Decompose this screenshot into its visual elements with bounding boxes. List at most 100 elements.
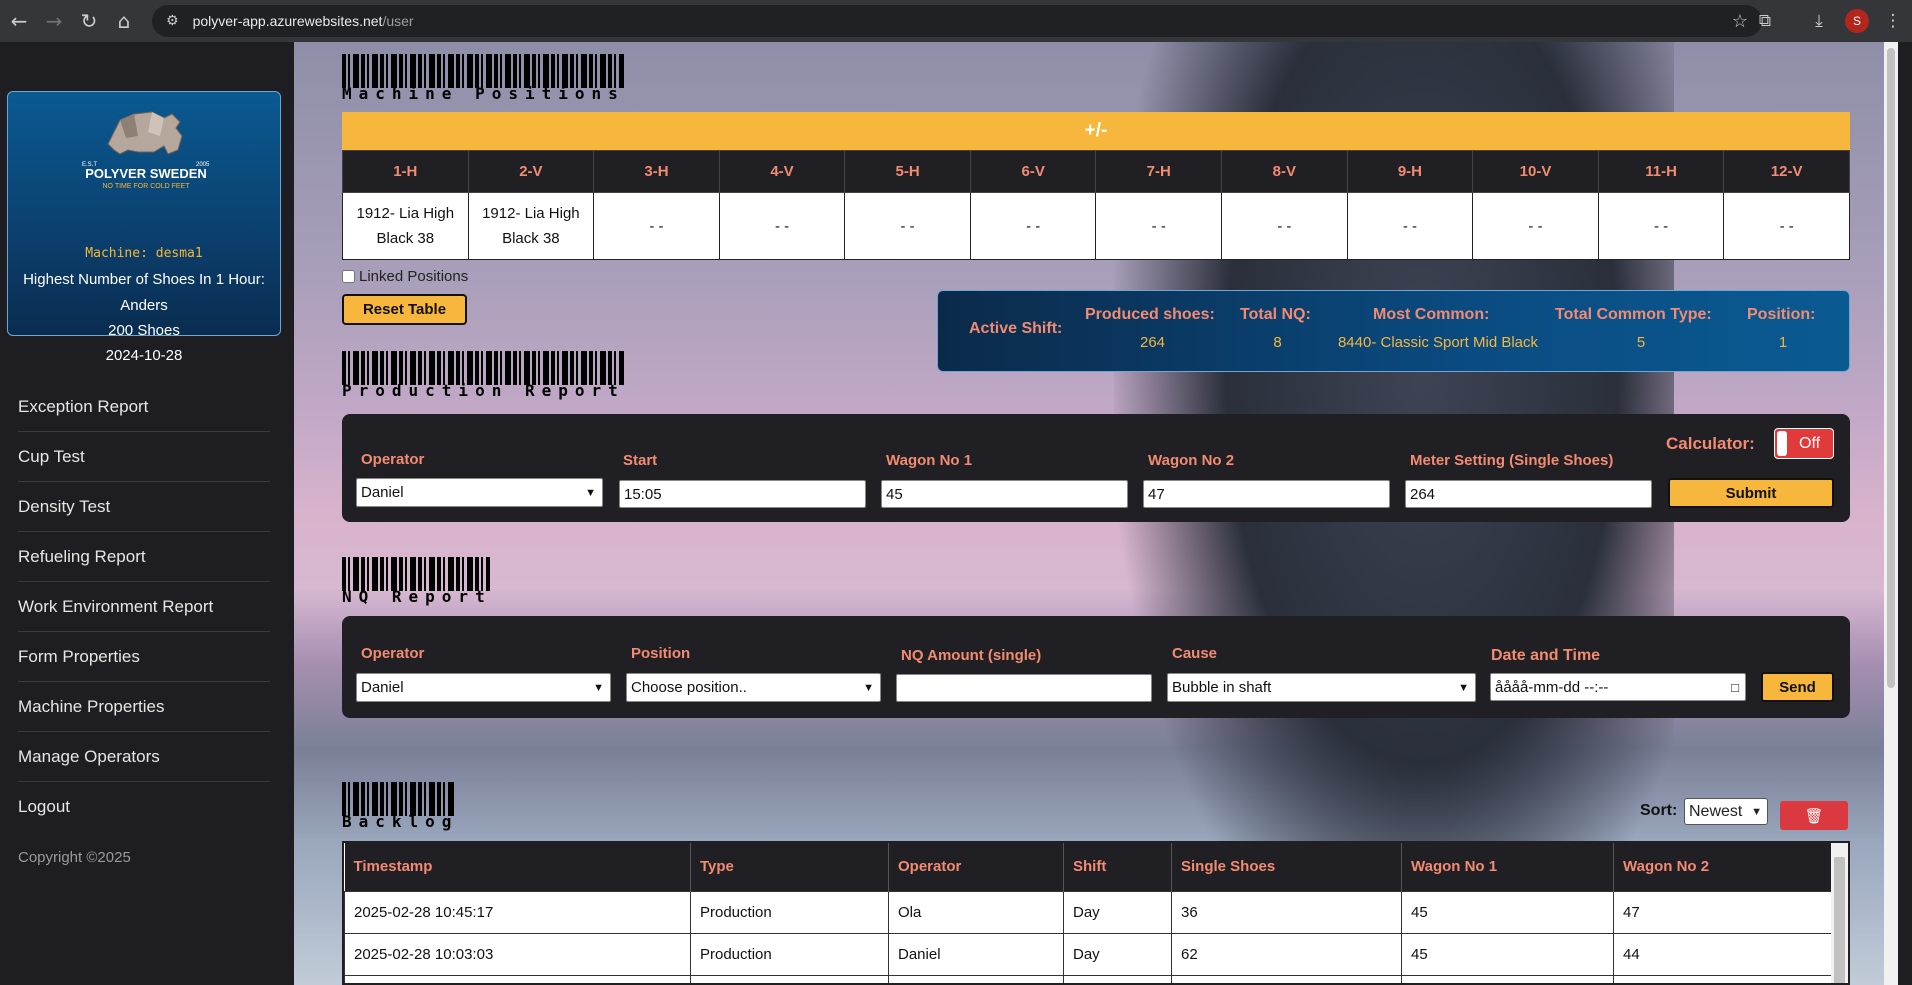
- datetime-input[interactable]: åååå-mm-dd --:-- □: [1490, 673, 1746, 701]
- reload-icon[interactable]: ↻: [73, 5, 105, 37]
- sidebar: E.S.T 2005 POLYVER SWEDEN NO TIME FOR CO…: [0, 42, 294, 985]
- position-cell[interactable]: - -: [1472, 192, 1599, 260]
- wagon1-input[interactable]: 45: [881, 480, 1128, 508]
- position-cell-line: - -: [1026, 217, 1041, 235]
- reset-table-button[interactable]: Reset Table: [342, 294, 467, 325]
- position-cell[interactable]: - -: [969, 192, 1097, 260]
- sidebar-item-density-test[interactable]: Density Test: [18, 482, 270, 532]
- bookmark-star-icon[interactable]: ☆: [1732, 11, 1748, 32]
- sidebar-item-exception-report[interactable]: Exception Report: [18, 382, 270, 432]
- download-icon[interactable]: ⤓: [1804, 6, 1834, 36]
- table-cell: Production: [690, 890, 889, 934]
- table-row[interactable]: [344, 974, 1832, 983]
- page-scrollbar-thumb[interactable]: [1887, 48, 1895, 688]
- position-cell[interactable]: - -: [718, 192, 846, 260]
- linked-positions-label: Linked Positions: [359, 268, 469, 285]
- address-bar[interactable]: ⚙ polyver-app.azurewebsites.net/user ☆: [152, 5, 1762, 37]
- menu-kebab-icon[interactable]: ⋮: [1878, 6, 1908, 36]
- active-shift-panel: Active Shift: Produced shoes: 264 Total …: [937, 290, 1850, 372]
- sort-label: Sort:: [1640, 802, 1678, 819]
- chevron-down-icon: ▼: [863, 681, 874, 694]
- production-operator-select[interactable]: Daniel ▼: [356, 478, 603, 507]
- table-cell: [1613, 974, 1832, 983]
- position-cell[interactable]: - -: [1221, 192, 1348, 260]
- sidebar-item-cup-test[interactable]: Cup Test: [18, 432, 270, 482]
- calendar-icon[interactable]: □: [1731, 680, 1739, 695]
- forward-icon[interactable]: →: [38, 5, 70, 37]
- delete-button[interactable]: 🗑: [1780, 801, 1848, 830]
- table-cell: Day: [1063, 890, 1172, 934]
- sidebar-item-refueling-report[interactable]: Refueling Report: [18, 532, 270, 582]
- position-cell-line: - -: [900, 217, 915, 235]
- send-button[interactable]: Send: [1761, 672, 1834, 702]
- toggle-positions-bar[interactable]: +/-: [342, 112, 1850, 150]
- position-cell[interactable]: - -: [844, 192, 971, 260]
- nq-position-select[interactable]: Choose position.. ▼: [626, 673, 881, 702]
- backlog-col-header: Wagon No 1: [1401, 843, 1614, 891]
- position-cell[interactable]: - -: [1723, 192, 1850, 260]
- machine-name: Machine: desma1: [85, 246, 203, 261]
- table-cell: 62: [1171, 932, 1402, 976]
- table-cell: Day: [1063, 932, 1172, 976]
- logo-tagline-text: NO TIME FOR COLD FEET: [103, 183, 191, 190]
- sidebar-item-form-properties[interactable]: Form Properties: [18, 632, 270, 682]
- production-operator-value: Daniel: [361, 484, 404, 501]
- total-nq-value: 8: [1273, 334, 1282, 351]
- page-scrollbar[interactable]: [1884, 42, 1898, 985]
- position-cell[interactable]: - -: [593, 192, 720, 260]
- position-cell[interactable]: - -: [1597, 192, 1725, 260]
- position-header-4-v: 4-V: [718, 150, 846, 193]
- submit-button[interactable]: Submit: [1668, 478, 1834, 508]
- chevron-down-icon: ▼: [1751, 805, 1762, 818]
- table-row[interactable]: 2025-02-28 10:45:17 Production Ola Day 36 45 4…: [344, 890, 1832, 934]
- highscore-title: Highest Number of Shoes In 1 Hour:: [23, 271, 265, 288]
- extensions-icon[interactable]: ⧉: [1750, 6, 1780, 36]
- position-cell-line: - -: [1151, 217, 1166, 235]
- position-cell[interactable]: - -: [1095, 192, 1223, 260]
- table-cell: [344, 974, 691, 983]
- production-report-title: Production Report: [342, 381, 625, 400]
- barcode-graphic: [342, 351, 624, 385]
- position-cell[interactable]: 1912- Lia High Black 38: [467, 192, 595, 260]
- back-icon[interactable]: ←: [3, 5, 35, 37]
- sidebar-item-machine-properties[interactable]: Machine Properties: [18, 682, 270, 732]
- nq-operator-label: Operator: [361, 645, 425, 662]
- machine-card: E.S.T 2005 POLYVER SWEDEN NO TIME FOR CO…: [7, 91, 281, 364]
- position-cell[interactable]: 1912- Lia High Black 38: [342, 192, 469, 260]
- trash-icon: 🗑: [1804, 806, 1824, 825]
- table-cell: 45: [1401, 890, 1614, 934]
- calculator-state: Off: [1799, 435, 1821, 452]
- cause-label: Cause: [1172, 645, 1218, 662]
- table-cell: Daniel: [888, 932, 1064, 976]
- barcode-graphic: [342, 782, 454, 816]
- backlog-heading: Backlog: [342, 782, 454, 838]
- backlog-scrollbar-thumb[interactable]: [1834, 857, 1845, 983]
- sidebar-item-logout[interactable]: Logout: [18, 782, 270, 832]
- profile-avatar[interactable]: S: [1845, 9, 1869, 33]
- linked-positions-checkbox-label[interactable]: Linked Positions: [342, 268, 468, 285]
- sidebar-item-work-environment-report[interactable]: Work Environment Report: [18, 582, 270, 632]
- table-row[interactable]: 2025-02-28 10:03:03 Production Daniel Day 62…: [344, 932, 1832, 976]
- machine-positions-heading: Machine Positions: [342, 54, 624, 110]
- meter-setting-input[interactable]: 264: [1405, 480, 1652, 508]
- sort-select[interactable]: Newest ▼: [1684, 798, 1768, 825]
- start-input[interactable]: 15:05: [619, 480, 866, 508]
- datetime-value: åååå-mm-dd --:--: [1495, 678, 1609, 696]
- sidebar-item-manage-operators[interactable]: Manage Operators: [18, 732, 270, 782]
- backlog-scrollbar[interactable]: [1831, 843, 1848, 983]
- table-cell: Ola: [888, 890, 1064, 934]
- wagon2-input[interactable]: 47: [1143, 480, 1390, 508]
- meter-setting-label: Meter Setting (Single Shoes): [1410, 452, 1614, 469]
- nq-operator-select[interactable]: Daniel ▼: [356, 673, 611, 702]
- position-cell[interactable]: - -: [1346, 192, 1474, 260]
- site-info-icon[interactable]: ⚙: [166, 13, 179, 29]
- produced-shoes-value: 264: [1139, 334, 1166, 351]
- cause-select[interactable]: Bubble in shaft ▼: [1167, 673, 1476, 702]
- position-cell-line: Black 38: [502, 230, 560, 247]
- linked-positions-checkbox[interactable]: [342, 270, 355, 283]
- nq-position-value: Choose position..: [631, 679, 747, 696]
- total-common-type-value: 5: [1636, 334, 1646, 351]
- home-icon[interactable]: ⌂: [108, 5, 140, 37]
- nq-amount-input[interactable]: [896, 674, 1152, 702]
- calculator-toggle[interactable]: Off: [1774, 428, 1834, 459]
